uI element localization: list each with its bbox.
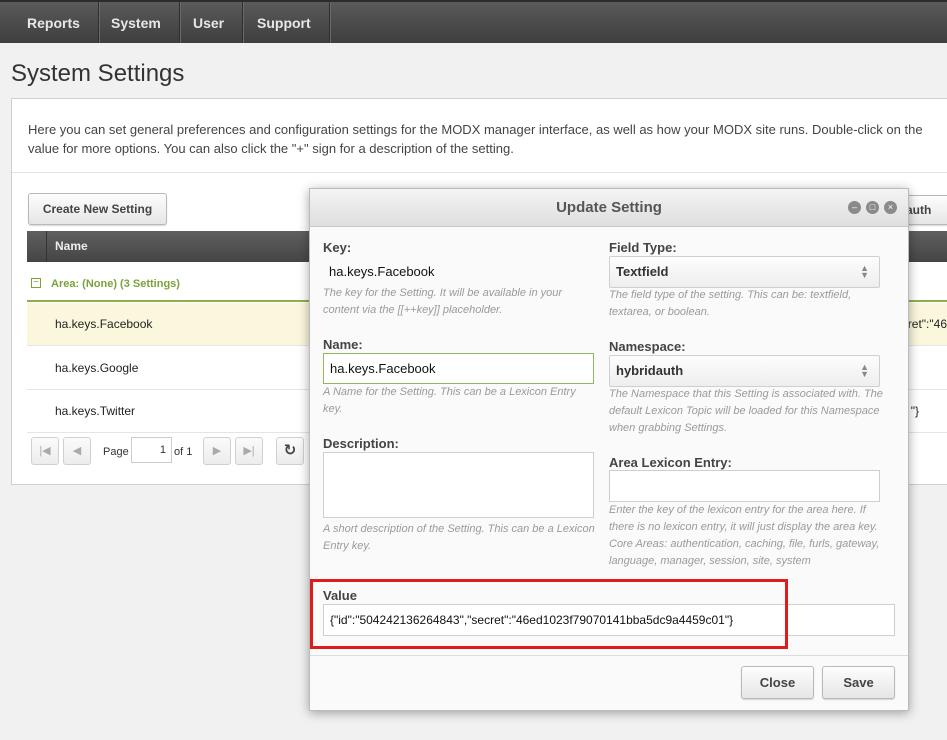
nav-item-reports[interactable]: Reports [9, 2, 99, 43]
area-lexicon-help: Enter the key of the lexicon entry for t… [609, 504, 880, 567]
area-lexicon-input[interactable] [609, 470, 880, 502]
update-setting-dialog: Update Setting – □ × Key: ha.keys.Facebo… [309, 188, 909, 711]
select-arrows-icon: ▲ ▼ [860, 263, 869, 280]
key-label: Key: [323, 240, 352, 255]
field-type-select[interactable]: Textfield ▲ ▼ [609, 256, 880, 288]
minimize-icon[interactable]: – [848, 201, 861, 214]
dialog-title: Update Setting [556, 199, 662, 216]
refresh-icon[interactable]: ↻ [276, 437, 304, 465]
key-help: The key for the Setting. It will be avai… [323, 287, 563, 316]
row-name: ha.keys.Twitter [55, 404, 136, 418]
namespace-help: The Namespace that this Setting is assoc… [609, 388, 883, 434]
dialog-footer-divider [310, 655, 908, 656]
column-header-name[interactable]: Name [55, 231, 88, 262]
name-input[interactable]: ha.keys.Facebook [323, 353, 594, 384]
nav-item-support[interactable]: Support [239, 2, 330, 43]
row-value: "} [910, 404, 919, 418]
select-arrows-icon: ▲ ▼ [860, 362, 869, 379]
namespace-label: Namespace: [609, 339, 686, 354]
area-lexicon-label: Area Lexicon Entry: [609, 455, 732, 470]
create-new-setting-button[interactable]: Create New Setting [28, 193, 167, 225]
nav-item-user[interactable]: User [175, 2, 244, 43]
namespace-select[interactable]: hybridauth ▲ ▼ [609, 355, 880, 387]
description-label: Description: [323, 436, 399, 451]
maximize-icon[interactable]: □ [866, 201, 879, 214]
field-type-help: The field type of the setting. This can … [609, 289, 852, 318]
dialog-header[interactable]: Update Setting – □ × [310, 189, 908, 227]
intro-text: Here you can set general preferences and… [28, 122, 923, 156]
close-icon[interactable]: × [884, 201, 897, 214]
nav-item-system[interactable]: System [93, 2, 180, 43]
grid-header-expander [27, 231, 47, 262]
next-page-icon[interactable]: ▶ [203, 437, 231, 465]
collapse-icon[interactable]: − [31, 278, 41, 288]
save-button[interactable]: Save [822, 666, 895, 699]
namespace-value: hybridauth [616, 363, 684, 378]
page-label: Page [103, 446, 129, 458]
close-button[interactable]: Close [741, 666, 814, 699]
page-title: System Settings [11, 60, 185, 87]
key-value: ha.keys.Facebook [329, 264, 435, 279]
group-label: Area: (None) (3 Settings) [51, 278, 180, 290]
row-name: ha.keys.Google [55, 361, 139, 375]
page-count: of 1 [174, 446, 193, 458]
field-type-label: Field Type: [609, 240, 677, 255]
row-name: ha.keys.Facebook [55, 317, 153, 331]
top-nav: Reports System User Support [0, 0, 947, 43]
last-page-icon[interactable]: ▶| [235, 437, 263, 465]
page-number-input[interactable]: 1 [131, 437, 172, 463]
first-page-icon[interactable]: |◀ [31, 437, 59, 465]
divider [12, 172, 947, 173]
field-type-value: Textfield [616, 264, 669, 279]
prev-page-icon[interactable]: ◀ [63, 437, 91, 465]
value-highlight-annotation [310, 579, 788, 649]
description-help: A short description of the Setting. This… [323, 523, 595, 552]
description-textarea[interactable] [323, 452, 594, 518]
name-label: Name: [323, 337, 363, 352]
name-help: A Name for the Setting. This can be a Le… [323, 386, 576, 415]
